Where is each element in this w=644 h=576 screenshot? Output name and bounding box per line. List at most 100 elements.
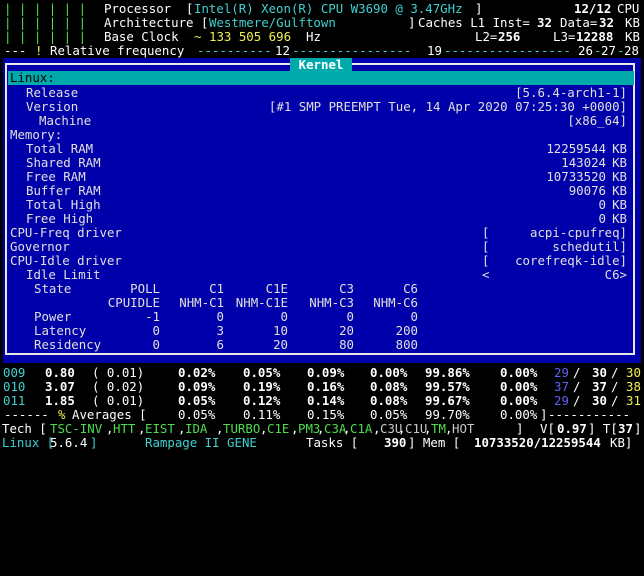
data-label: Data= <box>560 15 598 30</box>
cstate-cell: 10 <box>273 323 288 338</box>
freq-tick-26: 26 <box>578 43 593 58</box>
cpu-id: 011 <box>3 393 26 408</box>
tech-flag: HOT <box>452 421 475 436</box>
cpu-count: 12/12 <box>574 1 612 16</box>
cpu-row: 011 1.85 ( 0.01) 0.05% 0.12% 0.14% 0.08% 99.67%… <box>3 393 641 408</box>
arch-value: Westmere/Gulftown <box>209 15 336 30</box>
memory-unit: KB <box>612 141 627 156</box>
cstate-row: Latency 0 3 10 20 200 <box>0 324 644 338</box>
cstate-row: Power -1 0 0 0 0 <box>0 310 644 324</box>
tech-flag: EIST <box>145 421 175 436</box>
l3-value: 12288 <box>576 29 614 44</box>
cstate-cell: C1 <box>209 281 224 296</box>
l3-label: L3= <box>553 29 576 44</box>
kb-unit-2: KB <box>625 29 640 44</box>
average-value: 0.05% <box>178 407 216 422</box>
cstate-cell: 80 <box>339 337 354 352</box>
cpu-c0: 0.09% <box>178 379 216 394</box>
cpu-c1: 0.12% <box>243 393 281 408</box>
cpu-c1: 0.05% <box>243 365 281 380</box>
cpu-c7: 99.67% <box>425 393 470 408</box>
averages-row: ------ % Averages [ 0.05% 0.11% 0.15% 0.05%… <box>4 407 631 422</box>
cpu-freq: 0.80 <box>45 365 75 380</box>
memory-row: Free High 0 KB <box>0 212 644 226</box>
tasks-value: 390 <box>384 435 407 450</box>
cpu-ratio: ( 0.01) <box>92 365 145 380</box>
cstate-cell: 6 <box>216 337 224 352</box>
memory-row: Total RAM 12259544 KB <box>0 142 644 156</box>
cpu-freq: 3.07 <box>45 379 75 394</box>
cstate-cell: 0 <box>410 309 418 324</box>
cpu-temp-min: 29 <box>554 393 569 408</box>
kernel-window-title: Kernel <box>290 58 352 71</box>
cstate-cell: 20 <box>339 323 354 338</box>
cpu-temp-min: 29 <box>554 365 569 380</box>
tech-flag: TURBO <box>223 421 261 436</box>
memory-label: Buffer RAM <box>26 183 101 198</box>
cstate-row: CPUIDLE NHM-C1 NHM-C1E NHM-C3 NHM-C6 <box>0 296 644 310</box>
cpu-c3: 0.09% <box>307 365 345 380</box>
mem-value: 10733520/12259544 <box>474 435 601 450</box>
cstate-cell: 800 <box>395 337 418 352</box>
version-value: [#1 SMP PREEMPT Tue, 14 Apr 2020 07:25:3… <box>268 99 627 114</box>
cpu-c7: 99.86% <box>425 365 470 380</box>
memory-unit: KB <box>612 169 627 184</box>
cstate-cell: NHM-C1 <box>179 295 224 310</box>
base-clock-value: 133 505 696 <box>209 29 292 44</box>
cstate-row: Residency 0 6 20 80 800 <box>0 338 644 352</box>
cstate-cell: 3 <box>216 323 224 338</box>
cstate-row-label: Residency <box>34 337 102 352</box>
cpu-c6: 0.08% <box>370 393 408 408</box>
cpu-x: 0.00% <box>500 393 538 408</box>
cstate-cell: CPUIDLE <box>107 295 160 310</box>
cpu-bars-1: | | | | | | <box>4 1 87 16</box>
memory-unit: KB <box>612 155 627 170</box>
cstate-cell: -1 <box>145 309 160 324</box>
cpu-c3: 0.16% <box>307 379 345 394</box>
memory-value: 10733520 <box>546 169 606 184</box>
frequency-ruler: --- ! Relative frequency ---------- 12 -… <box>4 43 639 58</box>
cpu-temp-max: 38 <box>626 379 641 394</box>
release-value: [5.6.4-arch1-1] <box>515 85 627 100</box>
average-value: 0.05% <box>370 407 408 422</box>
memory-value: 0 <box>598 211 606 226</box>
memory-row: Free RAM 10733520 KB <box>0 170 644 184</box>
memory-unit: KB <box>612 183 627 198</box>
cpu-ratio: ( 0.01) <box>92 393 145 408</box>
cstate-cell: NHM-C1E <box>235 295 288 310</box>
freq-tick-28: 28 <box>624 43 639 58</box>
governor-row: Governor [ schedutil] <box>10 239 627 254</box>
cstate-cell: POLL <box>130 281 160 296</box>
cpu-temp-min: 37 <box>554 379 569 394</box>
memory-label: Total RAM <box>26 141 94 156</box>
cstate-cell: 0 <box>152 337 160 352</box>
idle-limit-row[interactable]: Idle Limit < C6> <box>0 268 644 282</box>
processor-label: Processor <box>104 1 172 16</box>
l2-value: 256 <box>498 29 521 44</box>
cstate-cell: C6 <box>403 281 418 296</box>
arch-label: Architecture <box>104 15 194 30</box>
idle-limit-value: C6> <box>604 267 627 282</box>
memory-unit: KB <box>612 197 627 212</box>
cpu-temp-cur: 37 <box>592 379 607 394</box>
linux-section-header[interactable]: Linux: <box>8 71 634 85</box>
kernel-version: 5.6.4 <box>50 435 88 450</box>
freq-tick-12: 12 <box>275 43 290 58</box>
kb-unit-1: KB <box>625 15 640 30</box>
memory-value: 12259544 <box>546 141 606 156</box>
cpu-freq: 1.85 <box>45 393 75 408</box>
cpu-bars-2: | | | | | | <box>4 15 87 30</box>
cpu-temp-max: 31 <box>626 393 641 408</box>
cpu-row: 009 0.80 ( 0.01) 0.02% 0.05% 0.09% 0.00% 99.86%… <box>3 365 641 380</box>
cstate-row-label: State <box>34 281 72 296</box>
averages-label: Averages [ <box>72 407 147 422</box>
memory-unit: KB <box>612 211 627 226</box>
tech-row: Tech [ TSC-INV, HTT, EIST, IDA, TURBO, C1E, PM… <box>2 421 642 436</box>
tech-flag: IDA <box>185 421 208 436</box>
l1-inst-value: 32 <box>537 15 552 30</box>
memory-label: Total High <box>26 197 101 212</box>
memory-value: 90076 <box>568 183 606 198</box>
memory-value: 143024 <box>561 155 606 170</box>
governor-value: schedutil] <box>552 239 627 254</box>
temp-value: 37 <box>618 421 633 436</box>
